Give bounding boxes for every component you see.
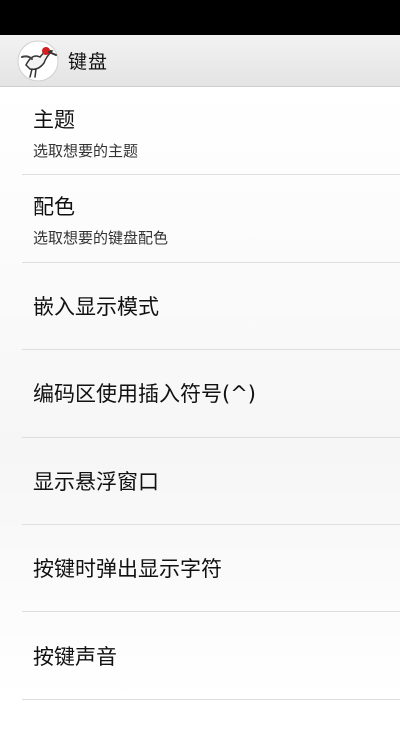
setting-title: 嵌入显示模式 bbox=[33, 294, 159, 319]
crane-logo-icon[interactable] bbox=[16, 39, 60, 83]
setting-title: 显示悬浮窗口 bbox=[33, 469, 159, 494]
setting-title: 按键时弹出显示字符 bbox=[33, 557, 222, 582]
status-bar bbox=[0, 0, 400, 35]
setting-embedded-display-mode[interactable]: 嵌入显示模式 bbox=[22, 263, 400, 351]
setting-summary: 选取想要的键盘配色 bbox=[33, 229, 169, 248]
setting-title: 配色 bbox=[33, 195, 75, 220]
setting-title: 主题 bbox=[33, 108, 75, 132]
setting-key-popup-preview[interactable]: 按键时弹出显示字符 bbox=[22, 525, 400, 613]
setting-theme[interactable]: 主题 选取想要的主题 bbox=[22, 88, 400, 176]
setting-title: 按键声音 bbox=[33, 644, 117, 669]
page-title: 键盘 bbox=[68, 51, 109, 73]
setting-caret-in-composing-area[interactable]: 编码区使用插入符号(^) bbox=[22, 350, 400, 438]
setting-color-scheme[interactable]: 配色 选取想要的键盘配色 bbox=[22, 175, 400, 263]
action-bar: 键盘 bbox=[0, 35, 400, 87]
setting-title: 编码区使用插入符号(^) bbox=[33, 382, 256, 407]
setting-key-sound[interactable]: 按键声音 bbox=[22, 612, 400, 700]
settings-list: 主题 选取想要的主题 配色 选取想要的键盘配色 嵌入显示模式 编码区使用插入符号… bbox=[0, 88, 400, 700]
setting-summary: 选取想要的主题 bbox=[33, 142, 139, 160]
setting-floating-window[interactable]: 显示悬浮窗口 bbox=[22, 438, 400, 525]
